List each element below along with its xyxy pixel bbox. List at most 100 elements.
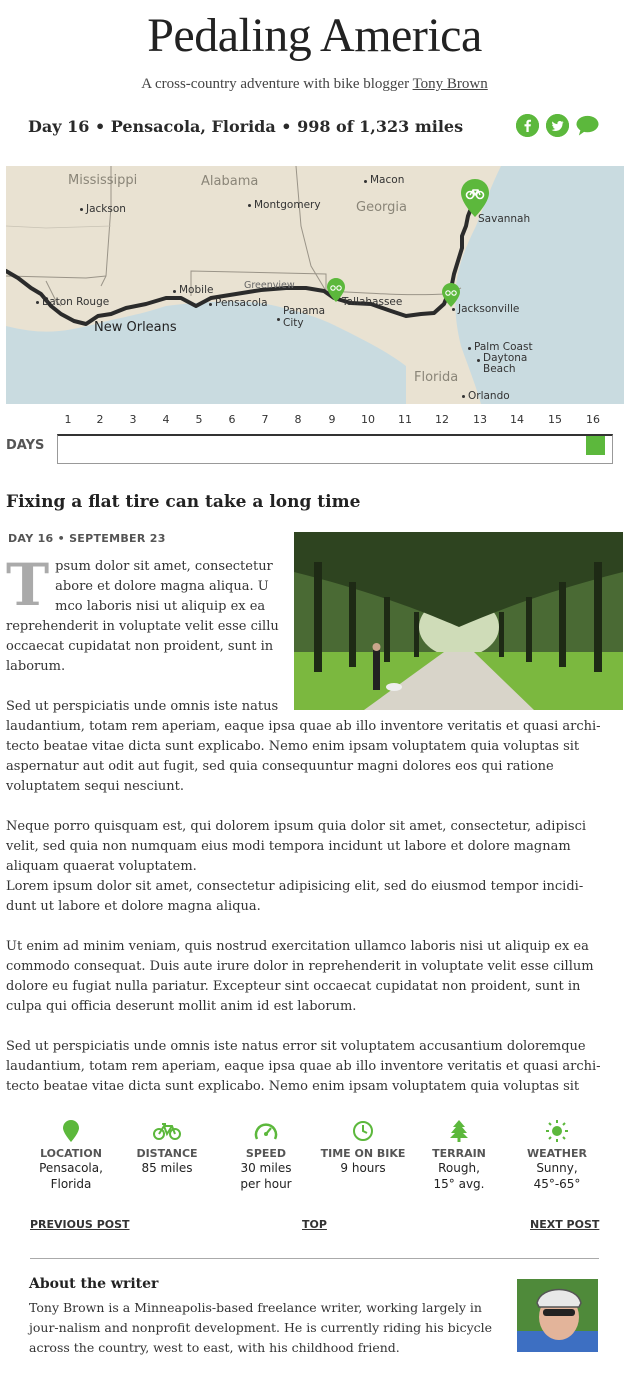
route-map[interactable]: Mississippi Alabama Georgia Florida Maco… (6, 166, 624, 404)
day-number[interactable]: 16 (586, 413, 600, 426)
paragraph-3-text: Neque porro quisquam est, qui dolorem ip… (6, 819, 587, 874)
stop-pin-icon[interactable] (442, 283, 460, 307)
day-number[interactable]: 12 (435, 413, 449, 426)
days-slider-handle[interactable] (586, 436, 605, 455)
day-number[interactable]: 10 (361, 413, 375, 426)
post-date: DAY 16 • SEPTEMBER 23 (8, 532, 166, 545)
stat-value: Rough, 15° avg. (433, 1161, 485, 1191)
map-label-jackson: Jackson (86, 203, 126, 215)
map-label-new-orleans: New Orleans (94, 320, 177, 335)
tree-icon (450, 1120, 468, 1142)
post-title: Fixing a flat tire can take a long time (6, 492, 361, 512)
top-link[interactable]: TOP (302, 1218, 327, 1231)
speedometer-icon (254, 1123, 278, 1140)
trip-stats: LOCATION Pensacola, Florida DISTANCE 85 … (0, 1117, 629, 1207)
map-label-tallahassee: Tallahassee (342, 296, 403, 308)
stop-pin-icon[interactable] (327, 278, 345, 302)
map-dot-pensacola (209, 303, 212, 306)
day-number[interactable]: 15 (548, 413, 562, 426)
stat-weather: WEATHER Sunny, 45°-65° (507, 1117, 607, 1192)
map-dot-baton-rouge (36, 301, 39, 304)
stat-distance: DISTANCE 85 miles (117, 1117, 217, 1176)
paragraph-3: Neque porro quisquam est, qui dolorem ip… (6, 817, 610, 917)
map-dot-montgomery (248, 204, 251, 207)
day-number[interactable]: 4 (163, 413, 170, 426)
stat-terrain: TERRAIN Rough, 15° avg. (409, 1117, 509, 1192)
map-label-macon: Macon (370, 174, 405, 186)
day-number[interactable]: 2 (97, 413, 104, 426)
comment-icon[interactable] (576, 114, 599, 137)
map-dot-orlando (462, 395, 465, 398)
current-location-pin-icon[interactable] (461, 179, 489, 217)
day-number[interactable]: 13 (473, 413, 487, 426)
map-label-orlando: Orlando (468, 390, 510, 402)
stat-label: TERRAIN (432, 1147, 486, 1160)
stat-value: 30 miles per hour (240, 1161, 292, 1191)
stat-label: DISTANCE (136, 1147, 198, 1160)
paragraph-2-first-line: Sed ut perspiciatis unde omnis iste natu… (6, 699, 279, 714)
paragraph-1-line: occaecat cupidatat non proident, sunt in (6, 639, 274, 654)
map-label-daytona-beach: Daytona Beach (483, 352, 528, 375)
sun-icon (546, 1120, 568, 1142)
site-title: Pedaling America (147, 9, 482, 62)
map-label-mobile: Mobile (179, 284, 214, 296)
map-label-panama-city: Panama City (283, 305, 326, 329)
map-label-pensacola: Pensacola (215, 297, 268, 309)
days-label: DAYS (6, 438, 45, 453)
map-dot-panama-city (277, 318, 280, 321)
map-label-alabama: Alabama (201, 174, 259, 189)
day-number[interactable]: 9 (329, 413, 336, 426)
stat-label: SPEED (245, 1147, 287, 1160)
paragraph-4: Ut enim ad minim veniam, quis nostrud ex… (6, 939, 594, 1014)
paragraph-1-line: reprehenderit in voluptate velit esse ci… (6, 619, 279, 634)
stat-value: Pensacola, Florida (39, 1161, 103, 1191)
day-number[interactable]: 8 (295, 413, 302, 426)
avatar (517, 1279, 598, 1352)
paragraph-2-rest: laudantium, totam rem aperiam, eaque ips… (6, 719, 601, 794)
map-dot-mobile (173, 290, 176, 293)
next-post-link[interactable]: NEXT POST (530, 1218, 599, 1231)
about-title: About the writer (29, 1276, 159, 1292)
paragraph-2: Sed ut perspiciatis unde omnis iste natu… (6, 697, 610, 797)
day-number[interactable]: 7 (262, 413, 269, 426)
day-number[interactable]: 14 (510, 413, 524, 426)
day-number[interactable]: 11 (398, 413, 412, 426)
clock-icon (353, 1121, 373, 1141)
map-dot-macon (364, 180, 367, 183)
map-dot-jacksonville (452, 308, 455, 311)
stat-value: Sunny, 45°-65° (533, 1161, 581, 1191)
author-link[interactable]: Tony Brown (413, 76, 488, 92)
map-label-montgomery: Montgomery (254, 199, 321, 211)
map-dot-jackson (80, 208, 83, 211)
location-pin-icon (63, 1120, 79, 1142)
paragraph-5: Sed ut perspiciatis unde omnis iste natu… (6, 1039, 601, 1094)
stat-value: 9 hours (340, 1161, 386, 1175)
paragraph-1-line: laborum. (6, 659, 66, 674)
stat-label: LOCATION (40, 1147, 102, 1160)
twitter-icon[interactable] (546, 114, 569, 137)
days-timeline: 1 2 3 4 5 6 7 8 9 10 11 12 13 14 15 16 DAYS (0, 410, 629, 464)
previous-post-link[interactable]: PREVIOUS POST (30, 1218, 130, 1231)
social-share-bar (516, 114, 599, 137)
stat-location: LOCATION Pensacola, Florida (21, 1117, 121, 1192)
day-number[interactable]: 1 (65, 413, 72, 426)
day-progress-heading: Day 16 • Pensacola, Florida • 998 of 1,3… (28, 117, 464, 136)
bicycle-icon (153, 1123, 181, 1140)
day-number[interactable]: 3 (130, 413, 137, 426)
paragraph-1: T psum dolor sit amet, consectetur abore … (6, 557, 284, 679)
about-text: Tony Brown is a Minneapolis-based freela… (29, 1300, 493, 1355)
map-label-florida: Florida (414, 370, 459, 385)
map-label-greenview: Greenview (244, 280, 295, 291)
map-label-georgia: Georgia (356, 200, 407, 215)
map-label-mississippi: Mississippi (68, 173, 138, 188)
stat-label: WEATHER (526, 1147, 587, 1160)
facebook-icon[interactable] (516, 114, 539, 137)
stat-value: 85 miles (141, 1161, 193, 1175)
day-number[interactable]: 6 (229, 413, 236, 426)
map-dot-palm-coast (468, 347, 471, 350)
map-label-baton-rouge: Baton Rouge (42, 296, 110, 308)
day-number[interactable]: 5 (196, 413, 203, 426)
days-slider-track[interactable] (57, 434, 613, 464)
divider (30, 1258, 599, 1259)
stat-time-on-bike: TIME ON BIKE 9 hours (313, 1117, 413, 1176)
